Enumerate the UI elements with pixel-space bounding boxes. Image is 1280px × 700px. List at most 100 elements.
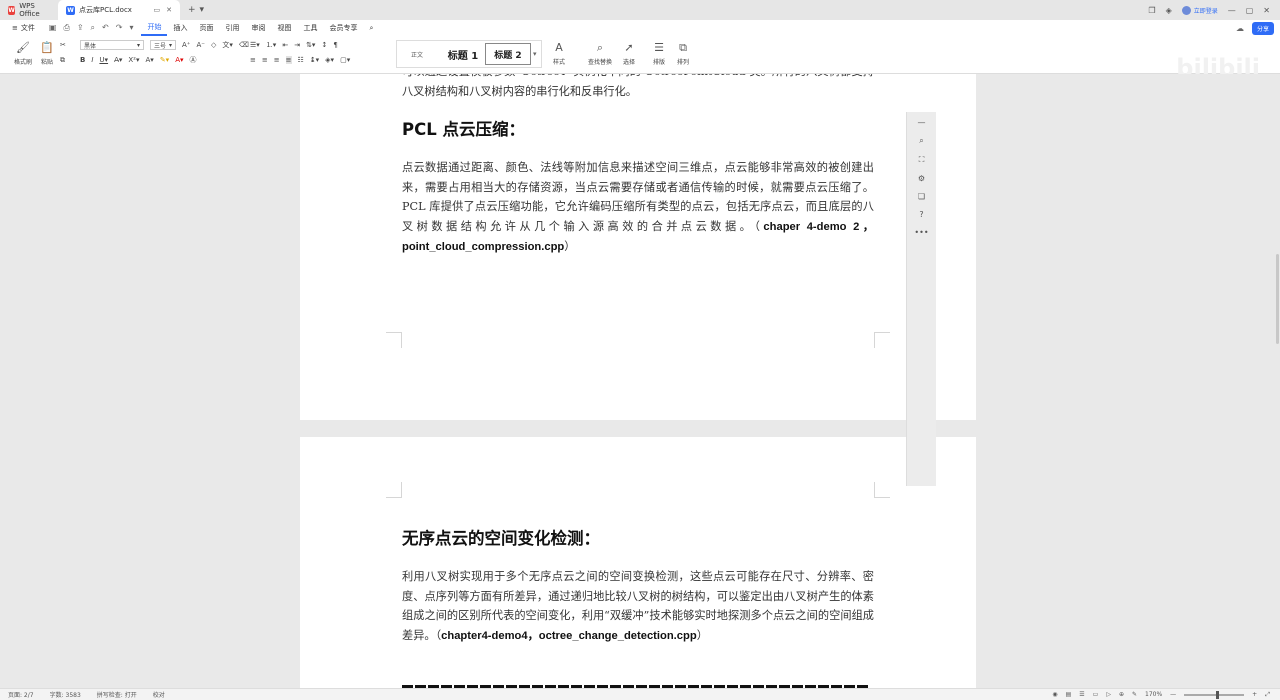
- style-heading-2[interactable]: 标题 2: [485, 43, 531, 65]
- save-icon[interactable]: ▣: [49, 23, 57, 33]
- show-marks-icon[interactable]: ¶: [333, 41, 337, 49]
- spell-check-status[interactable]: 拼写检查: 打开: [97, 690, 137, 699]
- bullet-list-icon[interactable]: ☰▾: [250, 41, 260, 49]
- help-icon[interactable]: ?: [919, 210, 923, 219]
- font-size-select[interactable]: 三号 ▾: [150, 40, 176, 50]
- fit-icon[interactable]: ⤢: [1265, 691, 1270, 699]
- minimize-icon[interactable]: —: [1228, 6, 1236, 15]
- select-button[interactable]: ➚ 选择: [618, 41, 640, 66]
- outline-view-icon[interactable]: ☰: [1079, 691, 1084, 698]
- font-name-select[interactable]: 黑体 ▾: [80, 40, 144, 50]
- skin-icon[interactable]: ◈: [1166, 6, 1172, 15]
- preview-icon[interactable]: ⌕: [91, 23, 95, 33]
- tab-view[interactable]: 视图: [271, 20, 297, 36]
- grow-font-icon[interactable]: A⁺: [182, 41, 190, 49]
- vertical-scrollbar[interactable]: [1276, 254, 1279, 344]
- border-icon[interactable]: ▢▾: [340, 56, 350, 64]
- chevron-down-icon[interactable]: ▾: [200, 5, 205, 15]
- share-button[interactable]: 分享: [1251, 21, 1274, 35]
- text-direction-icon[interactable]: ⇅▾: [306, 41, 315, 49]
- page-view-icon[interactable]: ▤: [1066, 691, 1072, 698]
- export-icon[interactable]: ⇪: [77, 23, 84, 33]
- cloud-icon[interactable]: ☁: [1236, 24, 1244, 33]
- cut-icon[interactable]: ✂: [60, 41, 66, 49]
- copy-icon[interactable]: ⧉: [60, 56, 65, 65]
- new-tab-icon[interactable]: +: [188, 5, 196, 15]
- tab-wps-home[interactable]: W WPS Office: [0, 0, 58, 20]
- increase-indent-icon[interactable]: ⇥: [294, 41, 300, 49]
- tab-review[interactable]: 审阅: [245, 20, 271, 36]
- select-icon[interactable]: ⛶: [919, 155, 925, 165]
- phonetic-icon[interactable]: 文▾: [222, 40, 233, 50]
- document-canvas[interactable]: 可以通过设置模板参数“OctreeT”实例化不同的 OctreePointClo…: [0, 74, 1280, 688]
- play-icon[interactable]: ▷: [1106, 691, 1111, 698]
- line-spacing-icon[interactable]: ↨▾: [310, 56, 319, 64]
- text-effect-icon[interactable]: A▾: [146, 56, 154, 64]
- find-replace-button[interactable]: ⌕ 查找替换: [586, 41, 614, 66]
- window-layout-icon[interactable]: ❐: [1148, 6, 1155, 15]
- superscript-icon[interactable]: X²▾: [128, 56, 139, 64]
- style-more-icon[interactable]: ▾: [531, 50, 537, 58]
- pen-icon[interactable]: ✎: [1132, 691, 1137, 698]
- chevron-down-icon[interactable]: ▾: [129, 23, 133, 33]
- close-tab-icon[interactable]: ✕: [166, 6, 172, 14]
- more-icon[interactable]: •••: [914, 228, 928, 237]
- tab-tools[interactable]: 工具: [297, 20, 323, 36]
- style-normal[interactable]: 正文: [397, 43, 437, 65]
- styles-button[interactable]: A 样式: [548, 41, 570, 66]
- decrease-indent-icon[interactable]: ⇤: [282, 41, 288, 49]
- style-heading-1[interactable]: 标题 1: [437, 43, 489, 65]
- proofread-button[interactable]: 校对: [153, 690, 165, 699]
- tab-document[interactable]: W 点云库PCL.docx ▭ ✕: [58, 0, 180, 20]
- shrink-font-icon[interactable]: A⁻: [196, 41, 204, 49]
- bold-icon[interactable]: B: [80, 56, 85, 64]
- collapse-icon[interactable]: —: [918, 118, 926, 127]
- zoom-select[interactable]: 170%: [1145, 691, 1162, 698]
- eye-icon[interactable]: ◉: [1052, 691, 1057, 698]
- page-indicator[interactable]: 页面: 2/7: [8, 690, 34, 699]
- arrange-button[interactable]: ⧉ 排列: [672, 41, 694, 66]
- italic-icon[interactable]: I: [91, 56, 93, 64]
- tab-home[interactable]: 开始: [141, 20, 168, 36]
- distributed-icon[interactable]: ☷: [298, 56, 304, 64]
- align-right-icon[interactable]: ≡: [274, 56, 280, 64]
- settings-sliders-icon[interactable]: ⚙: [918, 174, 925, 183]
- shading-icon[interactable]: ◈▾: [325, 56, 334, 64]
- search-icon[interactable]: ⌕: [363, 20, 379, 36]
- web-view-icon[interactable]: ⊕: [1119, 691, 1124, 698]
- search-icon[interactable]: ⌕: [919, 136, 923, 146]
- tab-references[interactable]: 引用: [219, 20, 245, 36]
- undo-icon[interactable]: ↶: [102, 23, 109, 33]
- zoom-out-icon[interactable]: —: [1170, 691, 1176, 698]
- font-color-icon[interactable]: A▾: [175, 56, 183, 64]
- close-window-icon[interactable]: ✕: [1263, 6, 1270, 15]
- zoom-in-icon[interactable]: +: [1252, 691, 1257, 698]
- paste-button[interactable]: 📋 粘贴: [36, 41, 58, 66]
- align-left-icon[interactable]: ≡: [250, 56, 256, 64]
- menu-file[interactable]: ≡ 文件: [6, 20, 41, 36]
- window-icon[interactable]: ▭: [154, 6, 161, 14]
- tab-member[interactable]: 会员专享: [323, 20, 363, 36]
- numbered-list-icon[interactable]: ⒈▾: [266, 40, 277, 50]
- format-painter-button[interactable]: 🖌 格式刷: [12, 41, 34, 66]
- redo-icon[interactable]: ↷: [116, 23, 123, 33]
- book-icon[interactable]: ❏: [918, 192, 925, 201]
- word-count[interactable]: 字数: 3583: [50, 690, 81, 699]
- sort-icon[interactable]: ↕: [321, 41, 327, 49]
- print-icon[interactable]: ⎙: [63, 23, 69, 33]
- zoom-slider[interactable]: [1184, 690, 1245, 699]
- strikethrough-icon[interactable]: A̶▾: [114, 56, 122, 64]
- align-center-icon[interactable]: ≡: [262, 56, 268, 64]
- eraser-icon[interactable]: ⌫: [239, 41, 249, 49]
- read-view-icon[interactable]: ▭: [1093, 691, 1099, 698]
- zoom-slider-knob[interactable]: [1216, 690, 1220, 699]
- clear-format-icon[interactable]: ◇: [211, 41, 216, 49]
- maximize-icon[interactable]: ▢: [1246, 6, 1254, 15]
- underline-icon[interactable]: U▾: [99, 56, 108, 64]
- layout-button[interactable]: ☰ 排版: [648, 41, 670, 66]
- justify-icon[interactable]: ≡: [285, 56, 292, 64]
- tab-insert[interactable]: 插入: [167, 20, 193, 36]
- login-button[interactable]: 立即登录: [1181, 5, 1218, 15]
- char-border-icon[interactable]: Ⓐ: [190, 55, 197, 65]
- highlight-icon[interactable]: ✎▾: [160, 56, 169, 64]
